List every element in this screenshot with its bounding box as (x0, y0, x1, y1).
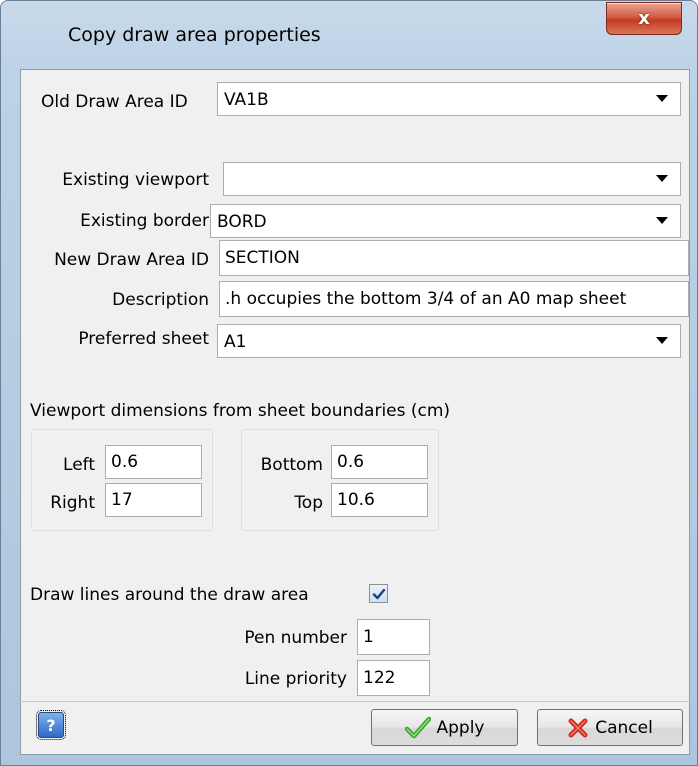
chevron-down-icon (656, 175, 668, 182)
top-input[interactable] (332, 484, 427, 516)
cancel-button[interactable]: Cancel (537, 709, 683, 746)
line-priority-field[interactable] (357, 660, 430, 696)
old-draw-area-id-value: VA1B (224, 90, 269, 110)
existing-viewport-label: Existing viewport (62, 170, 209, 190)
left-field[interactable] (105, 445, 202, 479)
description-label: Description (112, 290, 209, 310)
pen-number-field[interactable] (357, 619, 430, 655)
cancel-label: Cancel (595, 717, 653, 738)
window-title: Copy draw area properties (68, 24, 321, 46)
right-field[interactable] (105, 483, 202, 517)
preferred-sheet-value: A1 (224, 332, 247, 352)
close-icon: x (638, 8, 650, 29)
existing-border-value: BORD (217, 212, 267, 232)
checkmark-icon (372, 588, 385, 599)
chevron-down-icon (656, 95, 668, 102)
description-input[interactable] (220, 282, 688, 316)
dialog-window: Copy draw area properties x Old Draw Are… (0, 0, 698, 766)
checkmark-icon (404, 716, 431, 738)
chevron-down-icon (656, 217, 668, 224)
preferred-sheet-label: Preferred sheet (78, 329, 209, 349)
viewport-dimensions-heading: Viewport dimensions from sheet boundarie… (30, 401, 451, 421)
new-draw-area-id-field[interactable] (219, 240, 689, 276)
left-input[interactable] (106, 446, 201, 478)
draw-lines-checkbox[interactable] (369, 584, 388, 603)
close-button[interactable]: x (606, 2, 682, 35)
right-input[interactable] (106, 484, 201, 516)
left-label: Left (63, 455, 95, 475)
pen-number-input[interactable] (358, 620, 429, 654)
apply-label: Apply (436, 717, 485, 738)
help-button[interactable]: ? (36, 710, 66, 740)
old-draw-area-id-combo[interactable]: VA1B (217, 82, 681, 116)
bottom-label: Bottom (260, 455, 323, 475)
apply-button[interactable]: Apply (371, 709, 518, 746)
new-draw-area-id-input[interactable] (220, 241, 688, 275)
bottom-field[interactable] (331, 445, 428, 479)
right-label: Right (50, 493, 95, 513)
line-priority-label: Line priority (244, 669, 347, 689)
footer-divider (20, 701, 690, 702)
cross-icon (568, 718, 588, 737)
top-field[interactable] (331, 483, 428, 517)
existing-viewport-combo[interactable] (223, 162, 681, 196)
preferred-sheet-combo[interactable]: A1 (217, 324, 681, 358)
pen-number-label: Pen number (244, 628, 347, 648)
description-field[interactable] (219, 281, 689, 317)
bottom-input[interactable] (332, 446, 427, 478)
new-draw-area-id-label: New Draw Area ID (54, 250, 209, 270)
title-bar[interactable]: Copy draw area properties x (1, 1, 697, 69)
existing-border-label: Existing border (80, 211, 209, 231)
draw-lines-label: Draw lines around the draw area (30, 585, 309, 605)
existing-border-combo[interactable]: BORD (210, 204, 681, 238)
chevron-down-icon (656, 337, 668, 344)
old-draw-area-id-label: Old Draw Area ID (41, 92, 188, 112)
help-icon: ? (46, 715, 56, 735)
line-priority-input[interactable] (358, 661, 429, 695)
top-label: Top (294, 493, 323, 513)
